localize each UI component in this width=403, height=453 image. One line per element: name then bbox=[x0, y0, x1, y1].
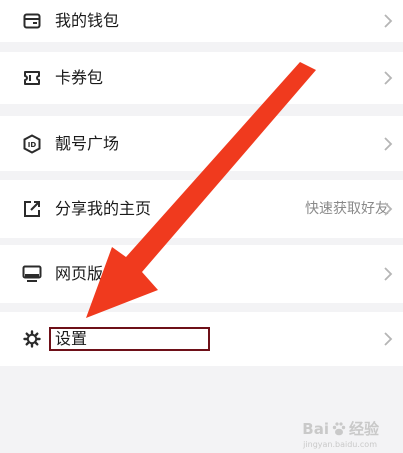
baidu-jingyan-watermark: Bai 经验 bbox=[302, 418, 379, 439]
watermark-brand-left: Bai bbox=[302, 419, 329, 438]
annotation-arrow-icon bbox=[86, 62, 316, 318]
watermark-url: jingyan.baidu.com bbox=[303, 440, 377, 449]
profile-menu-screen: 我的钱包 卡券包 ID 靓号广场 分享我的主页 快速获取好友 网页版 设置 Ba… bbox=[0, 0, 403, 453]
paw-logo-icon bbox=[331, 421, 347, 437]
watermark-brand-right: 经验 bbox=[348, 420, 379, 438]
